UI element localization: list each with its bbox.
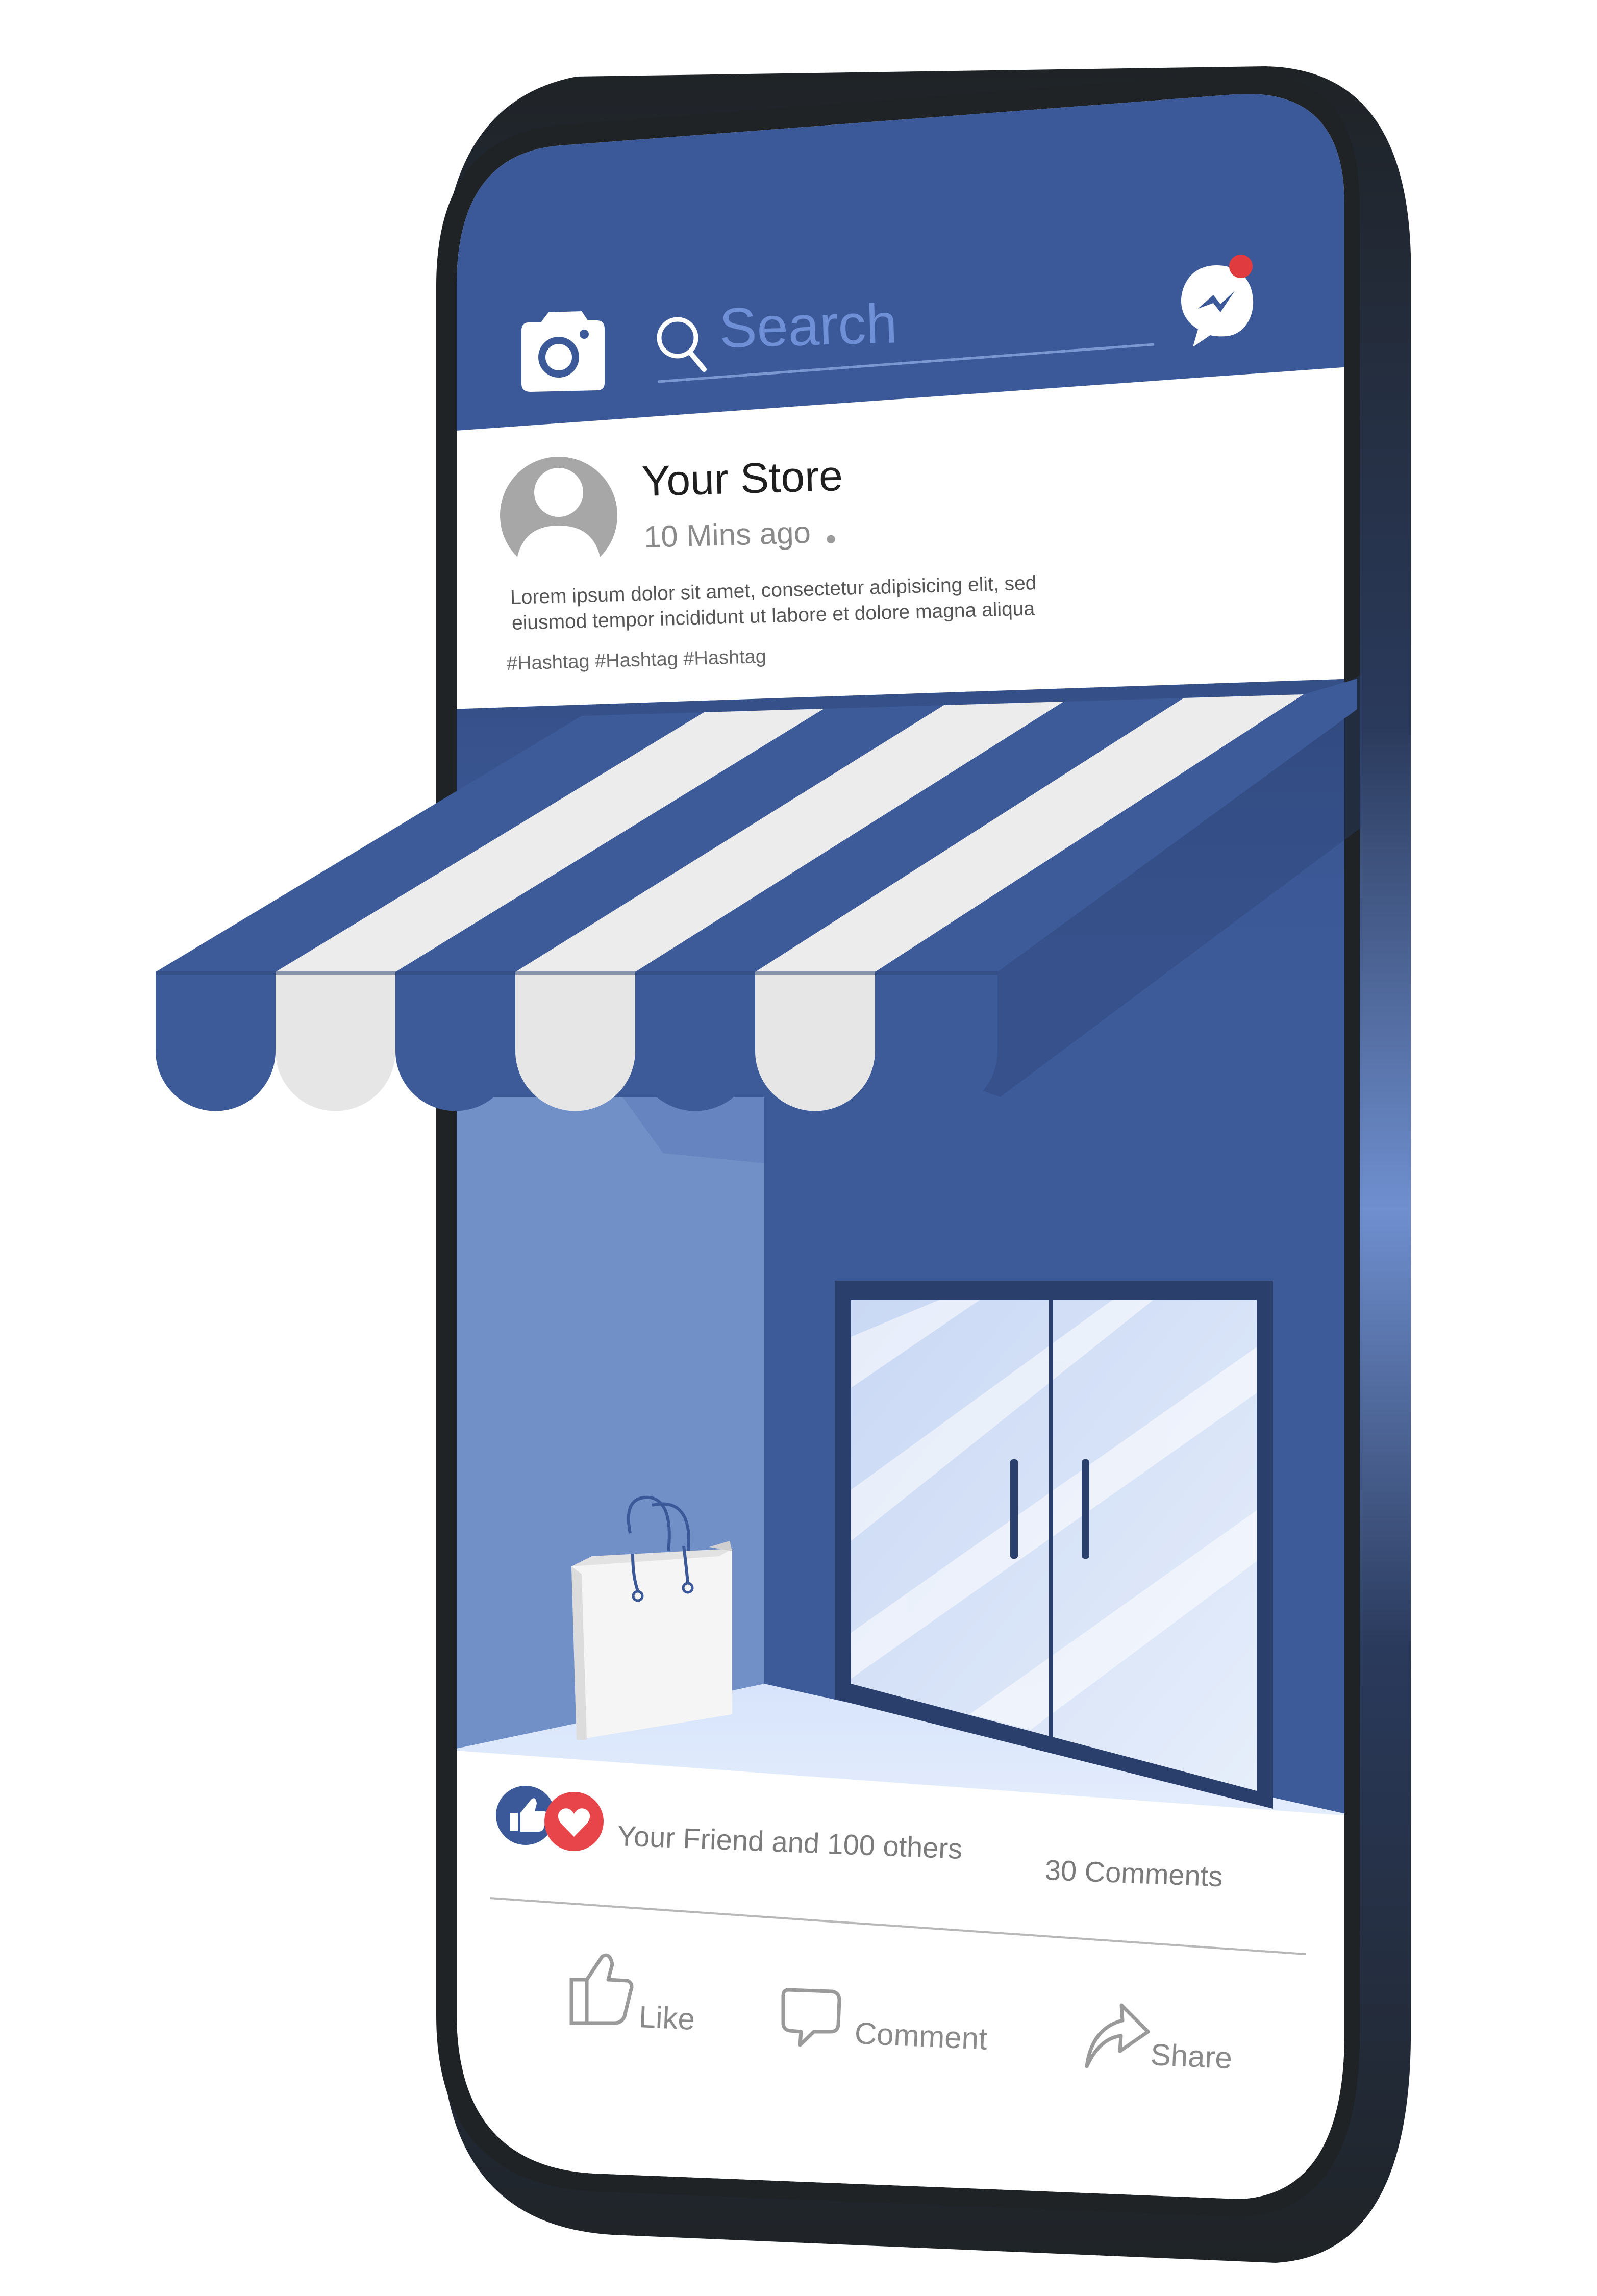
heart-icon[interactable] [544, 1792, 604, 1851]
camera-icon[interactable] [521, 311, 605, 392]
search-input[interactable]: Search [718, 291, 898, 361]
share-button[interactable]: Share [1150, 2037, 1233, 2076]
avatar-icon[interactable] [500, 457, 617, 574]
post-author-name[interactable]: Your Store [641, 451, 843, 506]
comment-button[interactable]: Comment [854, 2015, 988, 2057]
notification-dot [1229, 255, 1253, 278]
post-timestamp: 10 Mins ago [643, 515, 811, 554]
post-time-separator: • [825, 521, 837, 556]
like-button[interactable]: Like [638, 1999, 695, 2037]
comments-count[interactable]: 30 Comments [1044, 1853, 1224, 1893]
phone-screen [457, 94, 1344, 2200]
